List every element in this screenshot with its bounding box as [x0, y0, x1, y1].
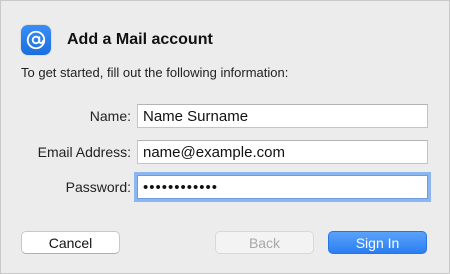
at-sign-icon [21, 25, 51, 55]
name-field[interactable] [137, 104, 428, 128]
email-row: Email Address: [1, 138, 450, 166]
password-label: Password: [65, 179, 131, 195]
name-label: Name: [89, 108, 131, 124]
dialog-title: Add a Mail account [67, 31, 213, 48]
add-mail-account-dialog: Add a Mail account To get started, fill … [0, 0, 450, 274]
dialog-header: Add a Mail account [21, 23, 213, 57]
name-row: Name: [1, 102, 450, 130]
cancel-button[interactable]: Cancel [21, 231, 120, 254]
back-button[interactable]: Back [215, 231, 314, 254]
sign-in-button[interactable]: Sign In [328, 231, 427, 254]
password-row: Password: [1, 173, 450, 201]
password-field[interactable] [137, 175, 428, 199]
email-label: Email Address: [37, 144, 131, 160]
email-field[interactable] [137, 140, 428, 164]
intro-text: To get started, fill out the following i… [21, 65, 289, 80]
